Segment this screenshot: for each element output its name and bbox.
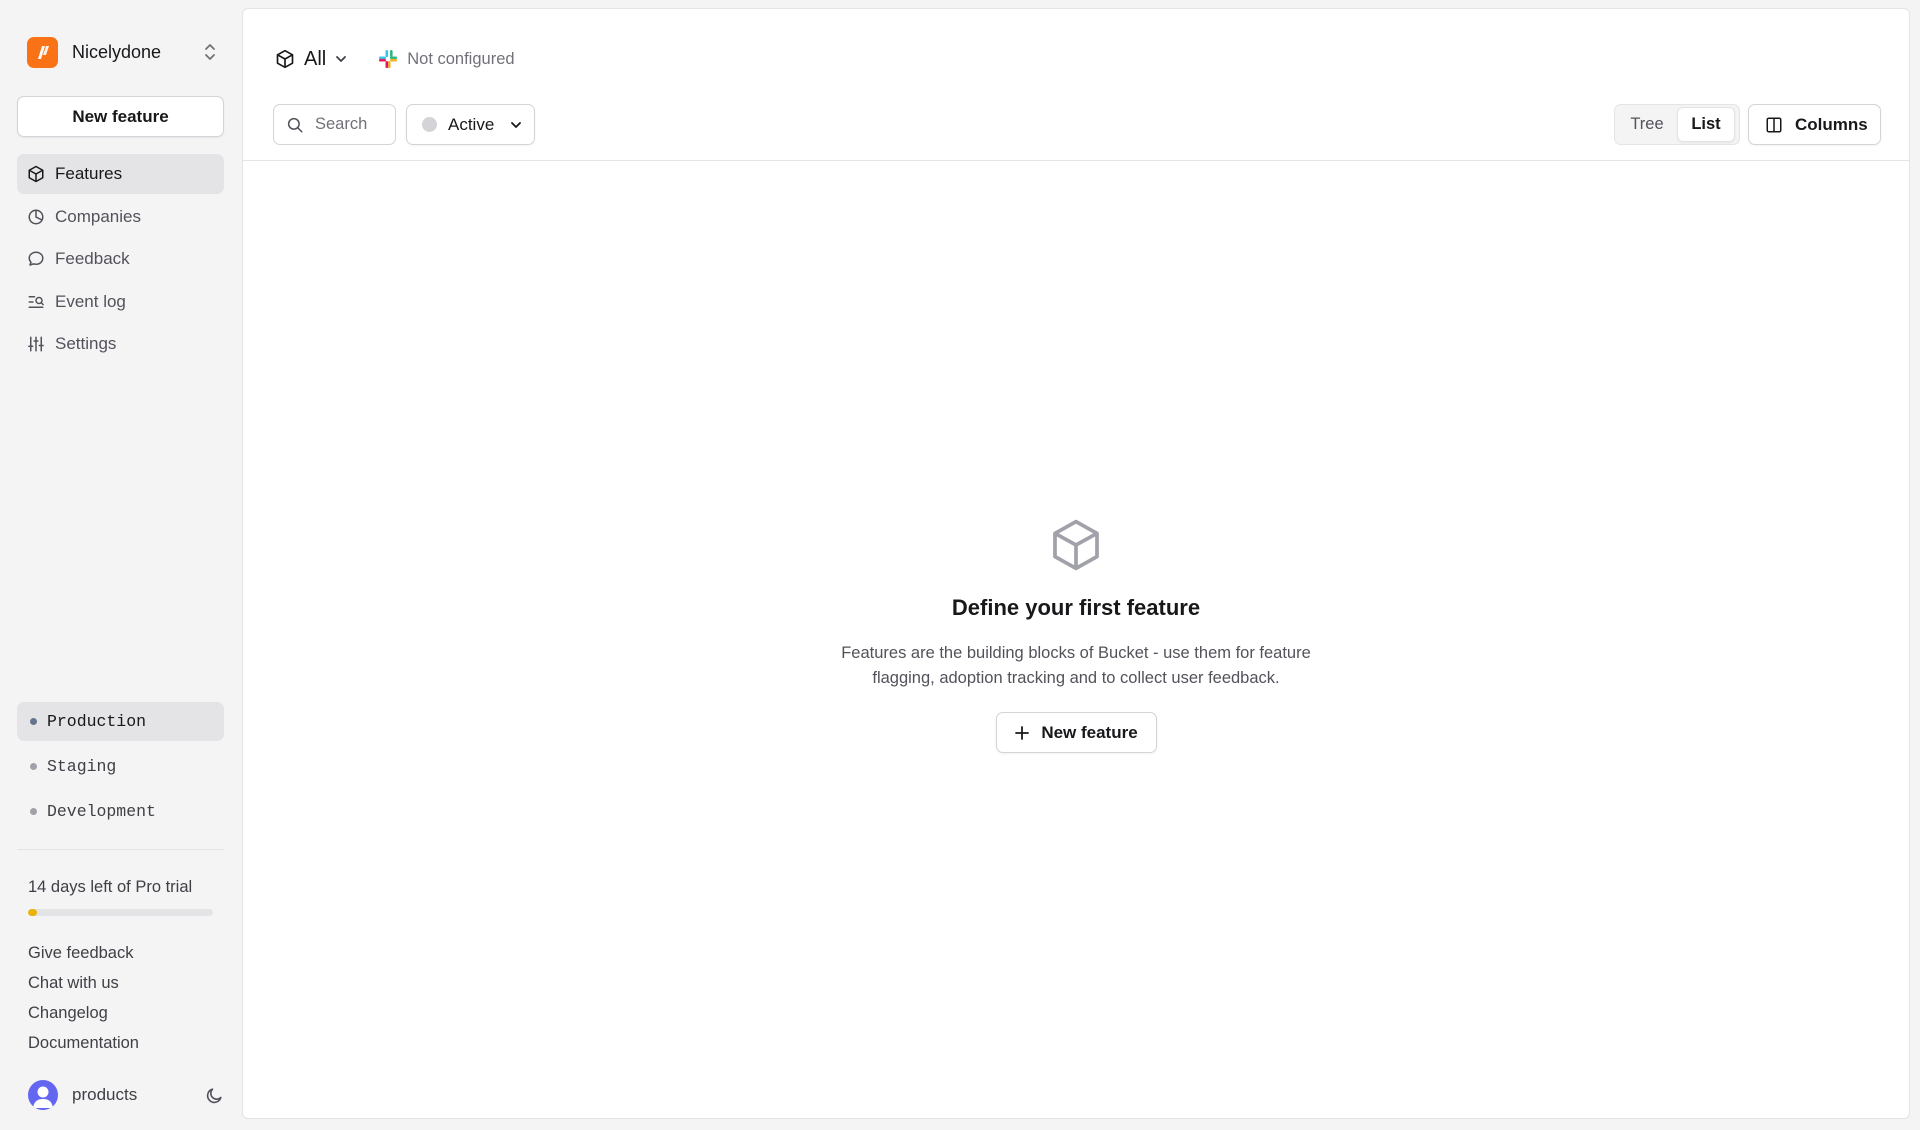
feature-scope-select[interactable]: All — [275, 48, 348, 71]
avatar — [28, 1080, 58, 1110]
empty-state: Define your first feature Features are t… — [243, 517, 1909, 753]
moon-icon[interactable] — [205, 1086, 224, 1105]
empty-state-description: Features are the building blocks of Buck… — [841, 644, 1311, 687]
status-dot — [422, 117, 437, 132]
user-menu[interactable]: products — [28, 1080, 224, 1110]
scope-label: All — [304, 47, 327, 70]
message-bubble-icon — [27, 250, 45, 268]
slack-status-text: Not configured — [407, 49, 515, 68]
page-header: All Not configured — [275, 41, 515, 77]
chevron-down-icon — [334, 52, 348, 66]
environment-list: Production Staging Development — [17, 702, 224, 837]
chevron-up-down-icon — [203, 42, 217, 62]
nav-item-companies[interactable]: Companies — [17, 197, 224, 237]
nav-label: Companies — [55, 206, 141, 226]
changelog-link[interactable]: Changelog — [28, 1002, 139, 1032]
new-feature-button[interactable]: New feature — [17, 96, 224, 137]
main-panel: All Not configured Search Active Tree Li… — [242, 8, 1910, 1119]
nav-item-feedback[interactable]: Feedback — [17, 239, 224, 279]
cube-icon — [1048, 517, 1104, 573]
user-name: products — [72, 1085, 138, 1104]
search-input[interactable] — [315, 115, 395, 134]
search-icon — [286, 116, 304, 134]
env-label: Production — [47, 712, 147, 731]
columns-label: Columns — [1795, 114, 1868, 134]
nav-label: Feedback — [55, 249, 130, 268]
nav-label: Settings — [55, 334, 117, 353]
env-item-development[interactable]: Development — [17, 792, 224, 831]
nav-label: Event log — [55, 291, 126, 311]
give-feedback-link[interactable]: Give feedback — [28, 942, 139, 972]
cube-icon — [27, 165, 45, 183]
env-item-production[interactable]: Production — [17, 702, 224, 741]
nav-label: Features — [55, 164, 123, 183]
sidebar-divider — [17, 849, 224, 850]
plus-icon — [1014, 725, 1030, 741]
nav-item-features[interactable]: Features — [17, 154, 224, 194]
chevron-down-icon — [509, 118, 523, 132]
empty-state-title: Define your first feature — [951, 595, 1201, 620]
trial-progress-bar — [28, 909, 213, 916]
columns-button[interactable]: Columns — [1748, 104, 1881, 145]
cube-icon — [275, 49, 295, 69]
feature-toolbar: Active Tree List Columns — [243, 95, 1909, 161]
status-filter-label: Active — [448, 114, 495, 134]
main-nav: Features Companies Feedback Event log Se… — [17, 154, 224, 367]
env-dot — [30, 808, 37, 815]
help-links: Give feedback Chat with us Changelog Doc… — [28, 942, 139, 1062]
org-switcher[interactable]: Nicelydone — [27, 36, 217, 68]
sliders-icon — [27, 335, 45, 353]
org-name: Nicelydone — [72, 41, 162, 62]
env-item-staging[interactable]: Staging — [17, 747, 224, 786]
search-box[interactable] — [273, 104, 396, 145]
nav-item-settings[interactable]: Settings — [17, 324, 224, 364]
env-dot — [30, 718, 37, 725]
empty-new-feature-label: New feature — [1041, 722, 1138, 742]
sidebar: Nicelydone New feature Features Companie… — [0, 0, 242, 1130]
env-dot — [30, 763, 37, 770]
view-tree-button[interactable]: Tree — [1617, 107, 1677, 142]
nav-item-event-log[interactable]: Event log — [17, 282, 224, 322]
env-label: Staging — [47, 757, 117, 776]
documentation-link[interactable]: Documentation — [28, 1032, 139, 1062]
slack-icon — [378, 49, 398, 69]
env-label: Development — [47, 802, 156, 821]
view-toggle: Tree List — [1614, 104, 1740, 145]
status-filter-select[interactable]: Active — [406, 104, 535, 145]
org-logo-icon — [27, 36, 58, 68]
empty-new-feature-button[interactable]: New feature — [995, 712, 1157, 753]
view-list-button[interactable]: List — [1677, 107, 1735, 142]
slack-integration-status[interactable]: Not configured — [378, 49, 515, 69]
pie-chart-icon — [27, 208, 45, 226]
event-log-icon — [27, 293, 45, 311]
trial-progress-fill — [28, 909, 38, 916]
columns-icon — [1765, 116, 1783, 134]
chat-with-us-link[interactable]: Chat with us — [28, 972, 139, 1002]
trial-status-text: 14 days left of Pro trial — [28, 878, 193, 896]
